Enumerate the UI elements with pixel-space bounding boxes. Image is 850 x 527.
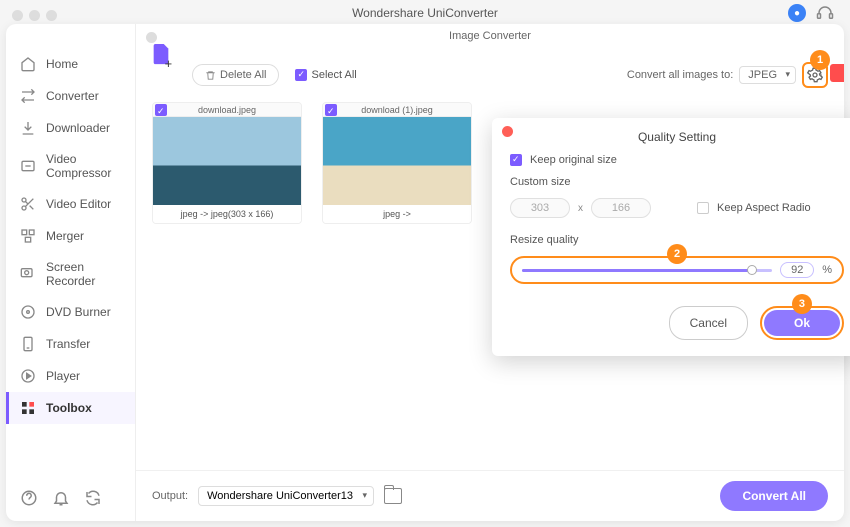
nav-label: Converter — [46, 89, 99, 103]
nav-video-editor[interactable]: Video Editor — [6, 188, 135, 220]
nav-label: Merger — [46, 229, 84, 243]
panel-title: Image Converter — [136, 30, 844, 42]
home-icon — [20, 56, 36, 72]
thumb-caption: jpeg -> — [323, 205, 471, 223]
keep-original-label: Keep original size — [530, 154, 617, 166]
compress-icon — [20, 158, 36, 174]
grid-icon — [20, 400, 36, 416]
delete-all-label: Delete All — [220, 69, 266, 81]
select-all-label: Select All — [311, 69, 356, 81]
convert-all-button[interactable]: Convert All — [720, 481, 828, 511]
cancel-button[interactable]: Cancel — [669, 306, 748, 340]
converter-icon — [20, 88, 36, 104]
modal-close-button[interactable] — [502, 126, 513, 137]
transfer-icon — [20, 336, 36, 352]
thumbnail-item[interactable]: download.jpeg jpeg -> jpeg(303 x 166) — [152, 102, 302, 224]
record-icon — [20, 266, 36, 282]
nav-dvd-burner[interactable]: DVD Burner — [6, 296, 135, 328]
convert-to-label: Convert all images to: — [627, 69, 733, 81]
callout-1: 1 — [810, 50, 830, 70]
select-all-checkbox[interactable]: Select All — [295, 69, 356, 81]
svg-text:+: + — [165, 56, 172, 68]
nav-transfer[interactable]: Transfer — [6, 328, 135, 360]
thumb-filename: download (1).jpeg — [361, 105, 433, 115]
thumb-filename: download.jpeg — [198, 105, 256, 115]
thumb-caption: jpeg -> jpeg(303 x 166) — [153, 205, 301, 223]
refresh-icon[interactable] — [84, 489, 102, 507]
download-icon — [20, 120, 36, 136]
scissors-icon — [20, 196, 36, 212]
thumb-checkbox-icon[interactable] — [325, 104, 337, 116]
nav-label: Player — [46, 369, 80, 383]
callout-2: 2 — [667, 244, 687, 264]
nav-screen-recorder[interactable]: Screen Recorder — [6, 252, 135, 296]
headset-icon[interactable] — [816, 4, 834, 22]
format-value: JPEG — [748, 69, 777, 81]
merge-icon — [20, 228, 36, 244]
nav-video-compressor[interactable]: Video Compressor — [6, 144, 135, 188]
output-path-select[interactable]: Wondershare UniConverter13 — [198, 486, 374, 506]
disc-icon — [20, 304, 36, 320]
nav-toolbox[interactable]: Toolbox — [6, 392, 135, 424]
nav-player[interactable]: Player — [6, 360, 135, 392]
nav-label: Downloader — [46, 121, 110, 135]
custom-size-label: Custom size — [510, 176, 844, 188]
quality-value[interactable]: 92 — [780, 262, 814, 278]
thumb-preview — [153, 117, 301, 205]
checkbox-checked-icon — [510, 154, 522, 166]
window-traffic-lights — [12, 10, 57, 21]
thumb-checkbox-icon[interactable] — [155, 104, 167, 116]
thumb-preview — [323, 117, 471, 205]
panel-edge-badge — [830, 64, 844, 82]
slider-thumb-icon[interactable] — [747, 265, 757, 275]
help-icon[interactable] — [20, 489, 38, 507]
delete-all-button[interactable]: Delete All — [192, 64, 279, 86]
play-icon — [20, 368, 36, 384]
percent-label: % — [822, 264, 832, 276]
nav-label: Screen Recorder — [46, 260, 121, 288]
callout-3: 3 — [792, 294, 812, 314]
account-avatar[interactable]: ● — [788, 4, 806, 22]
open-folder-icon[interactable] — [384, 488, 402, 504]
aspect-checkbox[interactable] — [697, 202, 709, 214]
nav-home[interactable]: Home — [6, 48, 135, 80]
app-title: Wondershare UniConverter — [0, 0, 850, 20]
nav-merger[interactable]: Merger — [6, 220, 135, 252]
output-label: Output: — [152, 490, 188, 502]
trash-icon — [205, 70, 216, 81]
nav-label: Home — [46, 57, 78, 71]
nav-label: DVD Burner — [46, 305, 111, 319]
sidebar: Home Converter Downloader Video Compress… — [6, 24, 136, 521]
settings-button[interactable]: 1 — [802, 62, 828, 88]
dimension-separator: x — [578, 203, 583, 214]
nav-downloader[interactable]: Downloader — [6, 112, 135, 144]
height-input[interactable] — [591, 198, 651, 218]
nav-converter[interactable]: Converter — [6, 80, 135, 112]
format-select[interactable]: JPEG — [739, 66, 796, 84]
output-path-value: Wondershare UniConverter13 — [207, 490, 353, 502]
aspect-label: Keep Aspect Radio — [717, 202, 811, 214]
width-input[interactable] — [510, 198, 570, 218]
quality-slider[interactable] — [522, 269, 772, 272]
modal-title: Quality Setting — [510, 130, 844, 144]
nav-label: Transfer — [46, 337, 90, 351]
quality-settings-modal: Quality Setting Keep original size Custo… — [492, 118, 850, 356]
nav-label: Toolbox — [46, 401, 92, 415]
bell-icon[interactable] — [52, 489, 70, 507]
checkbox-checked-icon — [295, 69, 307, 81]
add-file-icon[interactable]: + — [150, 42, 172, 68]
quality-slider-group: 2 92 % — [510, 256, 844, 284]
ok-highlight: 3 Ok — [760, 306, 844, 340]
nav-label: Video Compressor — [46, 152, 121, 180]
keep-original-checkbox[interactable]: Keep original size — [510, 154, 844, 166]
thumbnail-item[interactable]: download (1).jpeg jpeg -> — [322, 102, 472, 224]
nav-label: Video Editor — [46, 197, 111, 211]
